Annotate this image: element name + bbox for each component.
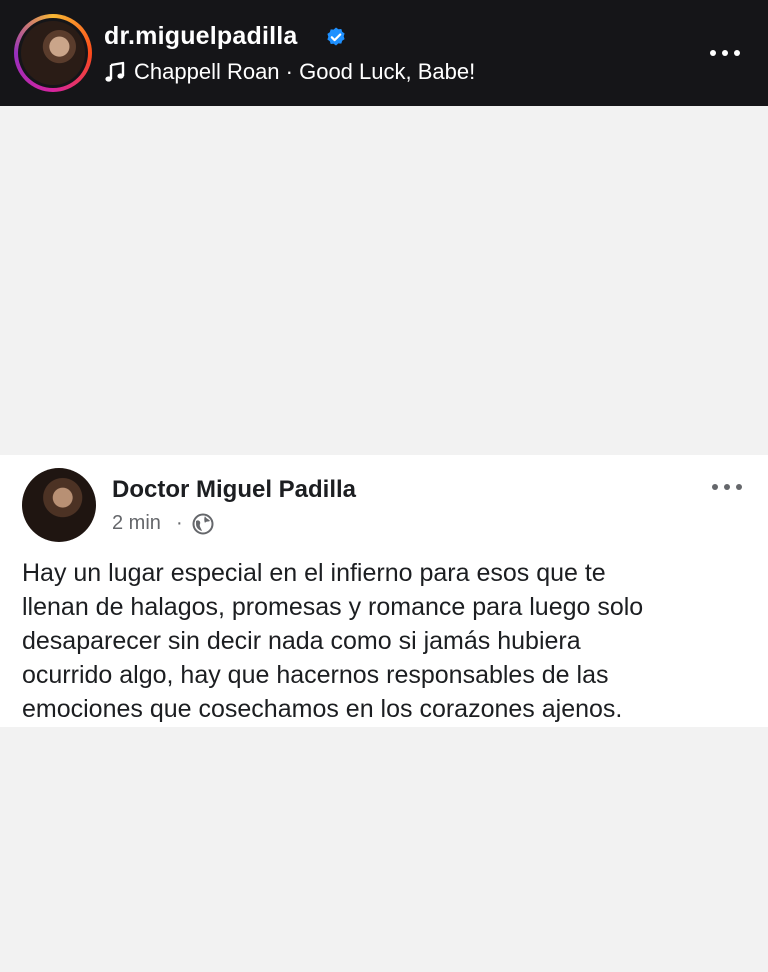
verified-badge-icon (327, 27, 345, 46)
story-avatar-image (21, 21, 85, 85)
post-author-avatar[interactable] (22, 468, 96, 542)
music-note-icon (105, 61, 125, 82)
story-avatar-border (18, 18, 88, 88)
post-body-text: Hay un lugar especial en el infierno par… (22, 559, 644, 723)
globe-icon (192, 513, 214, 535)
post-card: Doctor Miguel Padilla 2 min · Hay un lug… (0, 455, 768, 727)
more-options-icon[interactable] (710, 480, 744, 494)
story-song-label[interactable]: Chappell Roan · Good Luck, Babe! (134, 59, 475, 85)
more-options-icon[interactable] (708, 44, 742, 62)
story-header: dr.miguelpadilla Chappell Roan · Good Lu… (0, 0, 768, 106)
story-avatar[interactable] (14, 14, 92, 92)
post-author-name[interactable]: Doctor Miguel Padilla (112, 476, 356, 504)
story-username[interactable]: dr.miguelpadilla (104, 22, 298, 51)
post-separator: · (176, 512, 183, 534)
post-timestamp[interactable]: 2 min (112, 512, 161, 535)
